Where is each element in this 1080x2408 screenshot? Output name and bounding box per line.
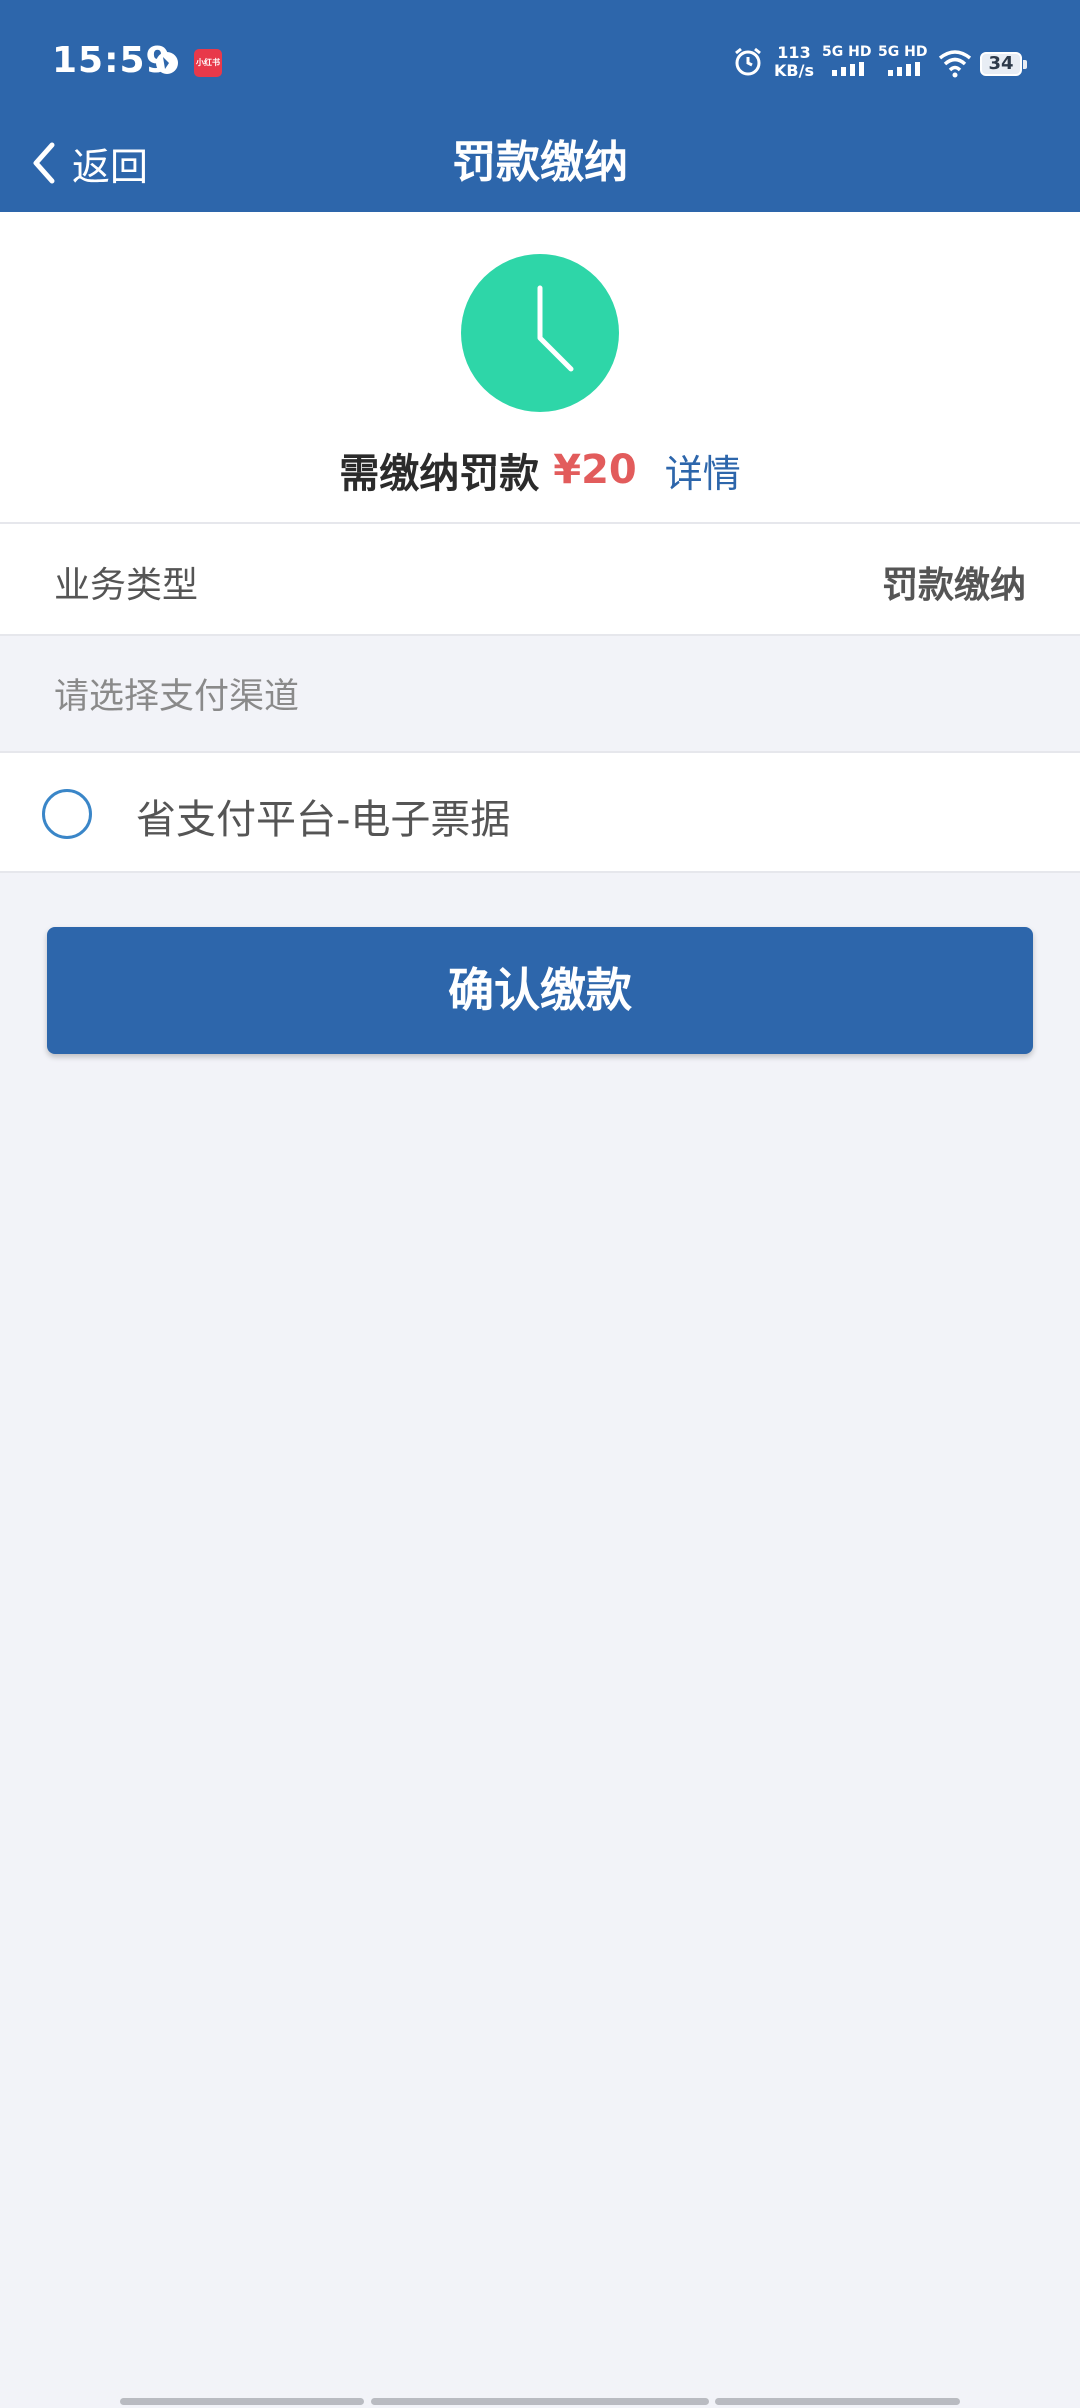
network-speed-unit: KB/s	[774, 61, 814, 80]
signal-2: 5G HD	[878, 44, 930, 84]
payment-option-label: 省支付平台-电子票据	[136, 797, 511, 843]
clock-icon	[461, 254, 619, 412]
details-link[interactable]: 详情	[665, 443, 741, 498]
radio-button[interactable]	[42, 789, 92, 839]
wifi-icon	[938, 50, 972, 78]
location-app-icon	[156, 52, 178, 74]
app-header: 15:59 小红书 113 KB/s 5G HD 5G HD 34 返回 罚款缴…	[0, 0, 1080, 212]
payment-option[interactable]: 省支付平台-电子票据	[0, 751, 1080, 873]
xiaohongshu-app-icon: 小红书	[194, 49, 222, 77]
signal-bars-icon	[888, 62, 920, 76]
network-speed-value: 113	[777, 43, 811, 62]
signal-2-label: 5G HD	[878, 44, 928, 60]
confirm-payment-button[interactable]: 确认缴款	[47, 927, 1033, 1054]
alarm-icon	[735, 47, 761, 76]
amount-value: ¥20	[553, 447, 637, 493]
page-title: 罚款缴纳	[452, 137, 628, 188]
payment-channel-hint: 请选择支付渠道	[54, 677, 300, 717]
home-indicator-middle	[371, 2398, 709, 2405]
home-indicator-right	[715, 2398, 960, 2405]
status-bar: 15:59 小红书 113 KB/s 5G HD 5G HD 34	[0, 0, 1080, 128]
signal-1-label: 5G HD	[822, 44, 872, 60]
nav-bar: 返回 罚款缴纳	[0, 118, 1080, 212]
business-type-label: 业务类型	[54, 565, 199, 606]
amount-label: 需缴纳罚款	[339, 451, 540, 497]
battery-icon: 34	[980, 52, 1027, 76]
business-type-value: 罚款缴纳	[881, 565, 1026, 606]
network-speed: 113 KB/s	[772, 44, 816, 80]
home-indicator-left	[120, 2398, 364, 2405]
business-type-row: 业务类型 罚款缴纳	[0, 522, 1080, 636]
fine-summary: 需缴纳罚款 ¥20 详情	[0, 212, 1080, 522]
amount-row: 需缴纳罚款 ¥20 详情	[0, 440, 1080, 500]
signal-1: 5G HD	[822, 44, 874, 84]
signal-bars-icon	[832, 62, 864, 76]
